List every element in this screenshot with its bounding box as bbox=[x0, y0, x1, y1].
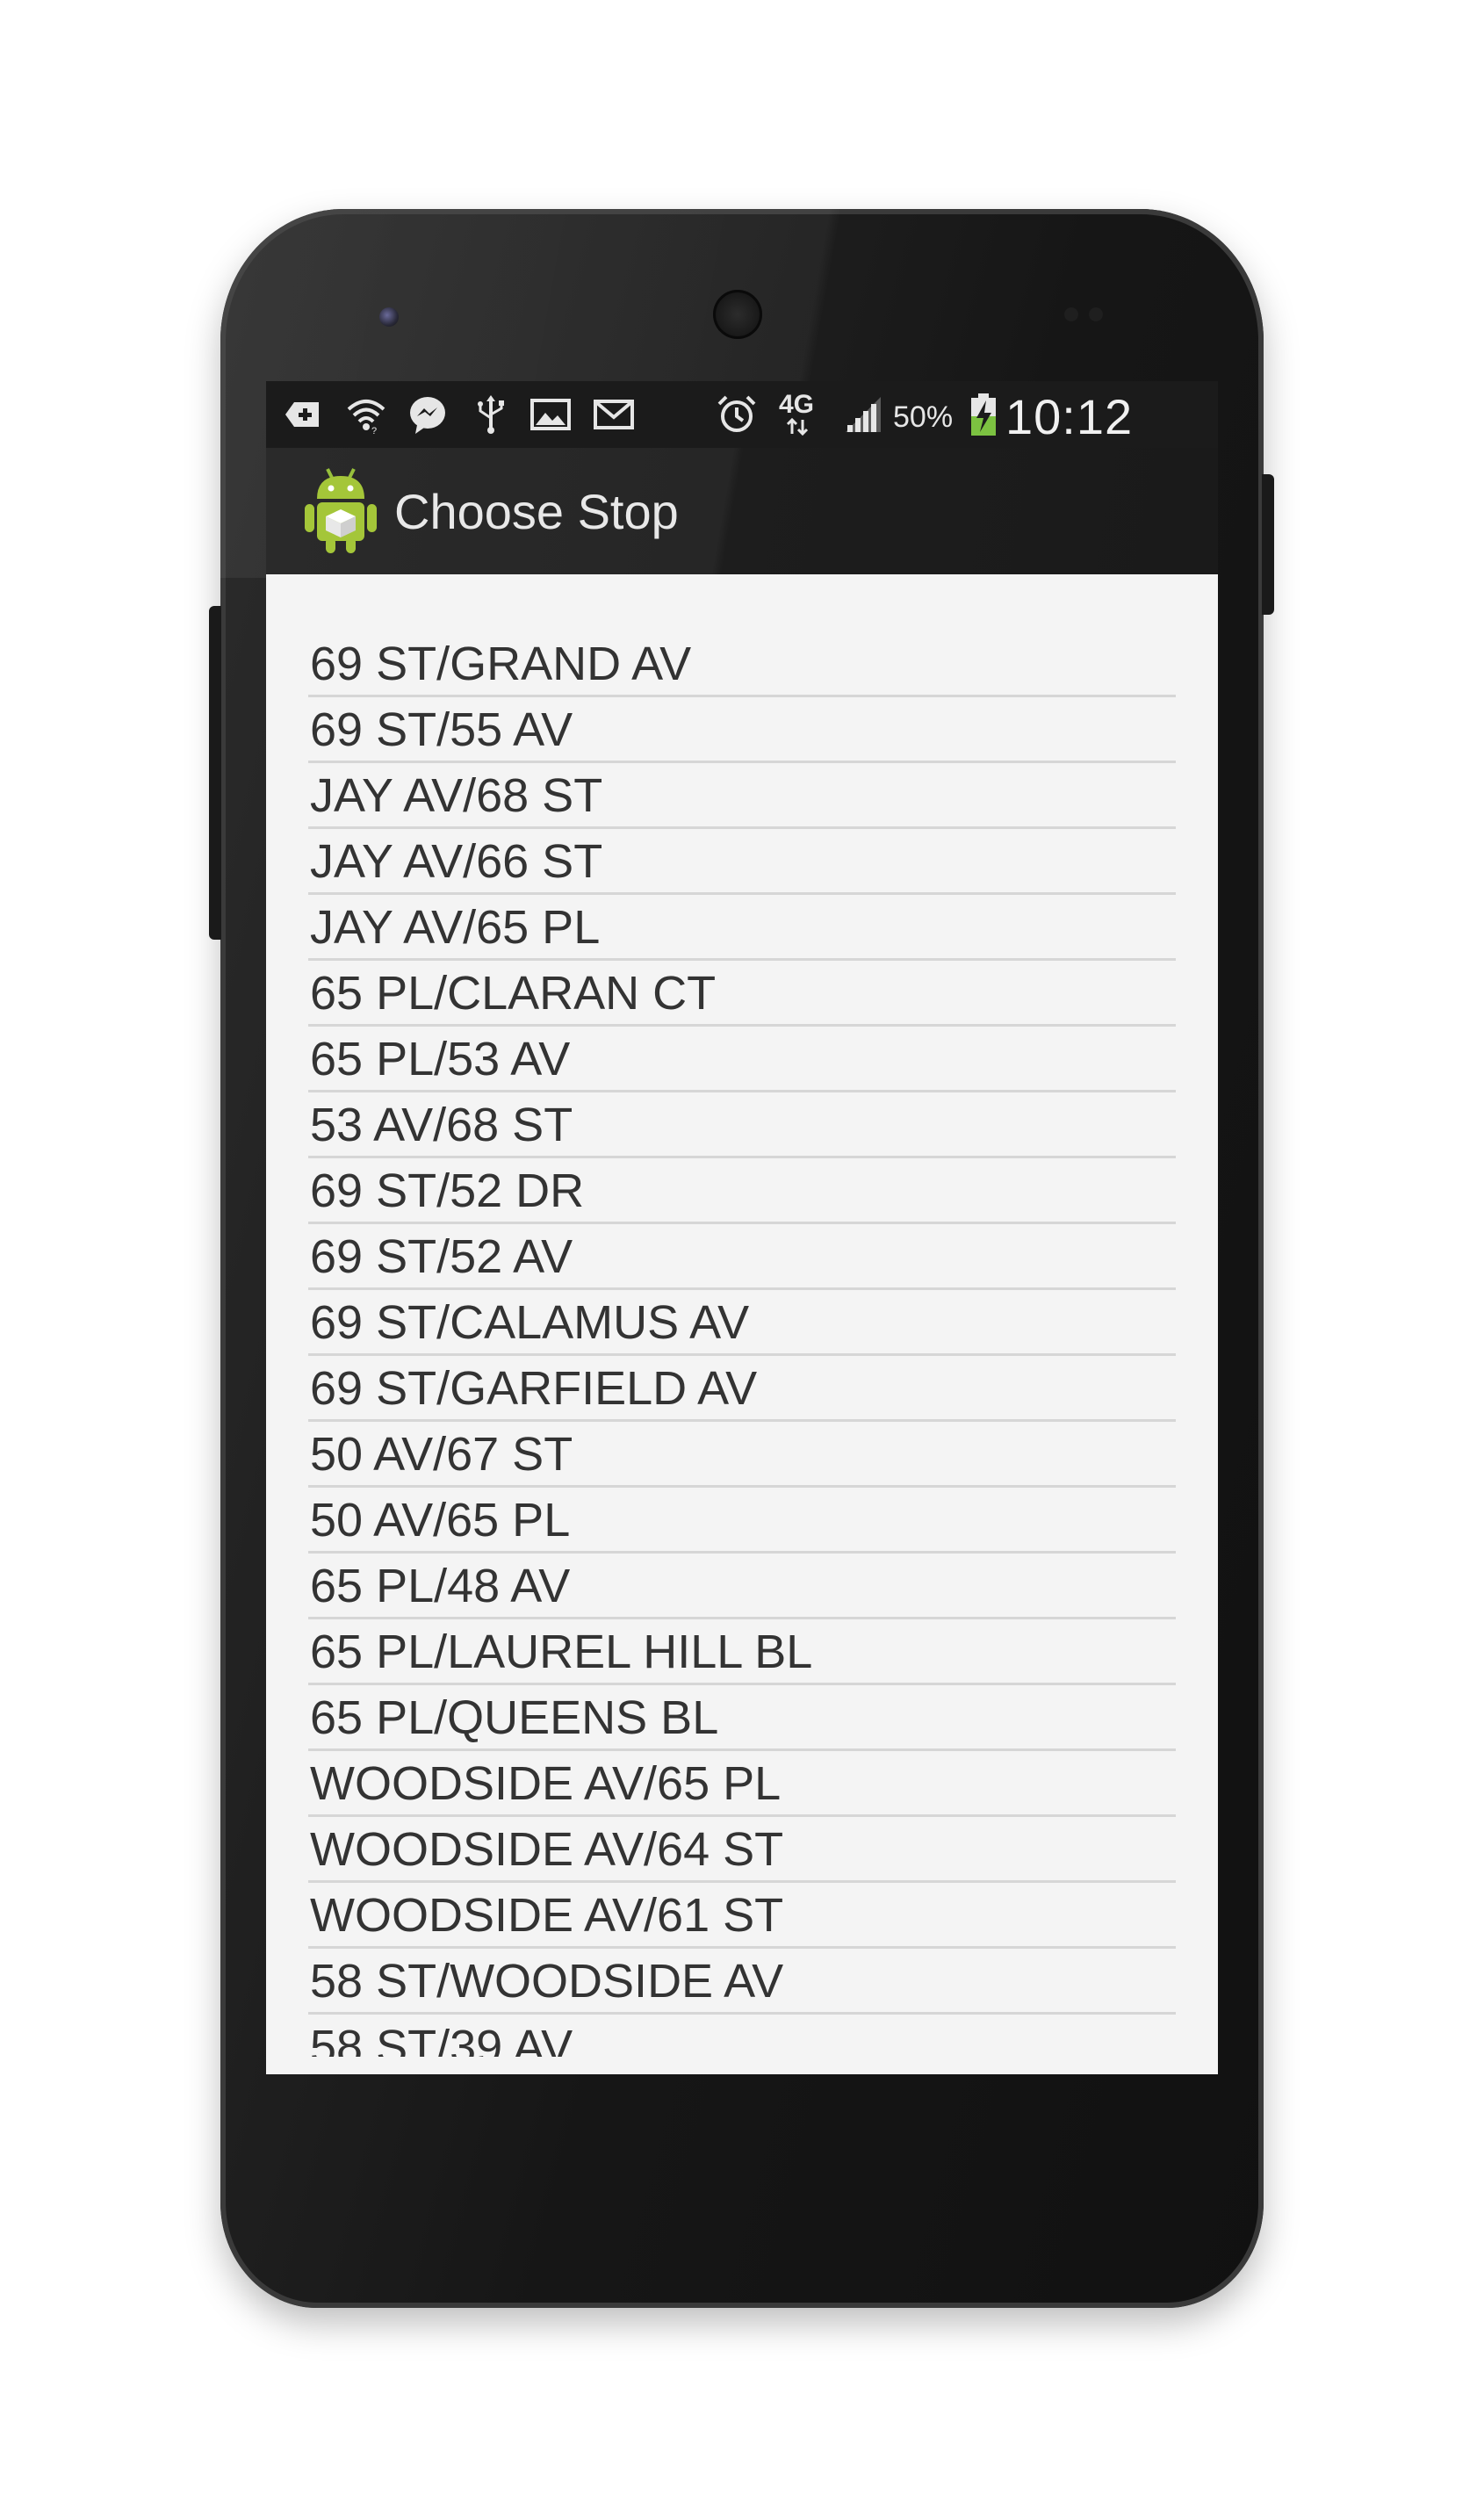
stop-name: 69 ST/GRAND AV bbox=[310, 638, 692, 690]
stop-name: 53 AV/68 ST bbox=[310, 1099, 573, 1151]
stop-name: 69 ST/55 AV bbox=[310, 703, 573, 756]
wifi-icon: ? bbox=[347, 400, 385, 436]
list-item[interactable]: 50 AV/65 PL bbox=[308, 1488, 1176, 1554]
stop-name: WOODSIDE AV/64 ST bbox=[310, 1823, 784, 1876]
list-item[interactable]: 69 ST/52 DR bbox=[308, 1158, 1176, 1224]
stop-name: WOODSIDE AV/65 PL bbox=[310, 1757, 782, 1810]
list-item[interactable]: 53 AV/68 ST bbox=[308, 1092, 1176, 1158]
front-camera bbox=[379, 307, 399, 327]
list-item[interactable]: JAY AV/68 ST bbox=[308, 763, 1176, 829]
list-item[interactable]: 65 PL/QUEENS BL bbox=[308, 1685, 1176, 1751]
battery-charging-icon bbox=[971, 393, 996, 436]
stop-name: 50 AV/65 PL bbox=[310, 1494, 571, 1546]
list-item[interactable]: 50 AV/67 ST bbox=[308, 1422, 1176, 1488]
stop-list[interactable]: 69 ST/GRAND AV 69 ST/55 AV JAY AV/68 ST JAY… bbox=[308, 601, 1176, 2057]
list-item[interactable]: 69 ST/CALAMUS AV bbox=[308, 1290, 1176, 1356]
stop-name: 50 AV/67 ST bbox=[310, 1428, 573, 1481]
stop-name: 65 PL/53 AV bbox=[310, 1033, 571, 1085]
messenger-icon bbox=[410, 397, 445, 434]
list-item[interactable]: 65 PL/LAUREL HILL BL bbox=[308, 1619, 1176, 1685]
stop-name: 58 ST/WOODSIDE AV bbox=[310, 1955, 784, 2008]
network-label: 4G bbox=[779, 390, 815, 419]
earpiece-speaker bbox=[713, 290, 762, 339]
list-item[interactable]: 69 ST/GARFIELD AV bbox=[308, 1356, 1176, 1422]
add-notification-icon bbox=[285, 402, 319, 427]
page-title: Choose Stop bbox=[394, 484, 679, 539]
svg-text:?: ? bbox=[371, 426, 377, 436]
list-item[interactable]: JAY AV/65 PL bbox=[308, 895, 1176, 961]
list-item[interactable]: 65 PL/CLARAN CT bbox=[308, 961, 1176, 1027]
stop-name: 65 PL/LAUREL HILL BL bbox=[310, 1626, 813, 1678]
android-robot-icon[interactable] bbox=[301, 464, 380, 555]
gmail-icon bbox=[594, 400, 634, 429]
battery-percent: 50% bbox=[893, 400, 954, 434]
light-sensor bbox=[1089, 307, 1103, 321]
stop-name: 69 ST/CALAMUS AV bbox=[310, 1296, 750, 1349]
list-item[interactable]: 69 ST/55 AV bbox=[308, 697, 1176, 763]
stop-name: JAY AV/68 ST bbox=[310, 769, 603, 822]
stop-name: 58 ST/39 AV bbox=[310, 2021, 573, 2057]
stop-name: 69 ST/52 DR bbox=[310, 1164, 585, 1217]
stop-name: WOODSIDE AV/61 ST bbox=[310, 1889, 784, 1942]
list-item[interactable]: JAY AV/66 ST bbox=[308, 829, 1176, 895]
stop-name: 65 PL/QUEENS BL bbox=[310, 1691, 719, 1744]
list-item[interactable]: WOODSIDE AV/64 ST bbox=[308, 1817, 1176, 1883]
list-item[interactable]: WOODSIDE AV/65 PL bbox=[308, 1751, 1176, 1817]
list-item[interactable]: 69 ST/52 AV bbox=[308, 1224, 1176, 1290]
image-icon bbox=[530, 399, 571, 430]
list-item[interactable]: 58 ST/39 AV bbox=[308, 2015, 1176, 2057]
usb-icon bbox=[478, 395, 504, 434]
status-bar: ? 4G 50% 10:12 bbox=[266, 381, 1218, 501]
action-bar: Choose Stop bbox=[266, 448, 1218, 574]
signal-icon bbox=[846, 397, 881, 432]
list-item[interactable]: WOODSIDE AV/61 ST bbox=[308, 1883, 1176, 1949]
stop-name: 69 ST/52 AV bbox=[310, 1230, 573, 1283]
list-item[interactable]: 69 ST/GRAND AV bbox=[308, 601, 1176, 697]
network-4g-icon: 4G bbox=[775, 390, 818, 439]
stop-name: 65 PL/48 AV bbox=[310, 1560, 571, 1612]
list-item[interactable]: 65 PL/53 AV bbox=[308, 1027, 1176, 1092]
stop-name: 69 ST/GARFIELD AV bbox=[310, 1362, 758, 1415]
list-item[interactable]: 65 PL/48 AV bbox=[308, 1554, 1176, 1619]
list-item[interactable]: 58 ST/WOODSIDE AV bbox=[308, 1949, 1176, 2015]
stop-name: JAY AV/66 ST bbox=[310, 835, 603, 888]
proximity-sensor bbox=[1064, 307, 1078, 321]
stop-name: 65 PL/CLARAN CT bbox=[310, 967, 717, 1020]
power-button bbox=[1262, 474, 1274, 615]
stop-name: JAY AV/65 PL bbox=[310, 901, 601, 954]
volume-button bbox=[209, 606, 221, 940]
screen: ? 4G 50% 10:12 Choose Stop 69 ST/GRAND A… bbox=[266, 381, 1218, 2074]
alarm-icon bbox=[717, 395, 756, 432]
